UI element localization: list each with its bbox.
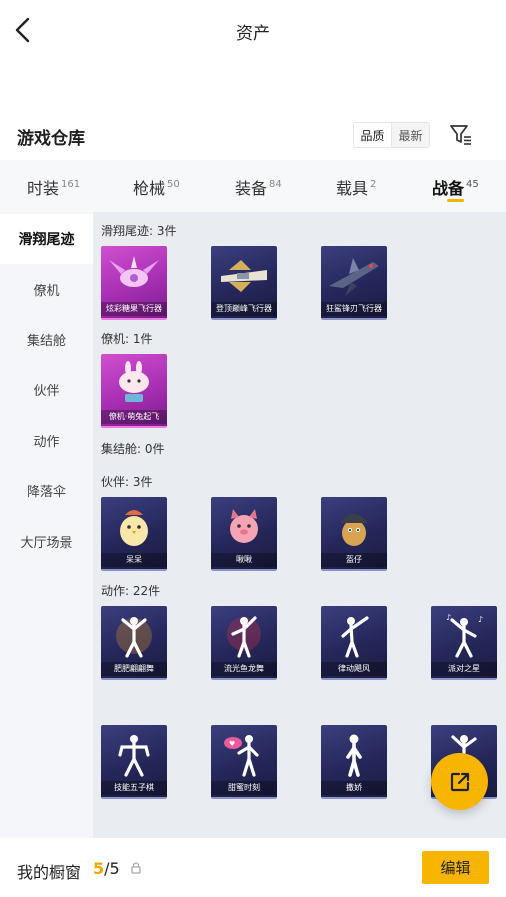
- sidebar-item-action[interactable]: 动作: [0, 415, 93, 465]
- svg-text:♪: ♪: [446, 613, 451, 622]
- sidebar-item-rally-pod[interactable]: 集结舱: [0, 314, 93, 364]
- tab-count: 45: [466, 179, 479, 190]
- sidebar-item-partner[interactable]: 伙伴: [0, 364, 93, 414]
- tab-label: 载具: [336, 179, 369, 198]
- item-card[interactable]: 技能五子棋: [101, 725, 167, 799]
- group-label-rally-pod: 集结舱: 0件: [101, 442, 165, 456]
- item-name: 撒娇: [321, 781, 387, 795]
- tab-count: 84: [269, 179, 282, 190]
- item-name: 狂鲨锋刃飞行器: [321, 302, 387, 316]
- item-card[interactable]: ♥ 甜蜜时刻: [211, 725, 277, 799]
- tab-equipment[interactable]: 装备 84: [235, 175, 282, 199]
- item-name: 啾啾: [211, 553, 277, 567]
- item-name: 律动飓风: [321, 662, 387, 676]
- category-sidebar: 滑翔尾迹 僚机 集结舱 伙伴 动作 降落伞 大厅场景: [0, 212, 93, 838]
- item-card[interactable]: 登顶巅峰飞行器: [211, 246, 277, 320]
- filter-button[interactable]: [448, 122, 474, 148]
- item-name: 炫彩糖果飞行器: [101, 302, 167, 316]
- filter-icon: [450, 125, 471, 145]
- dance-pose-icon: [346, 734, 362, 777]
- dance-pose-icon: [118, 735, 150, 777]
- dance-pose-icon: [116, 617, 152, 658]
- item-name: 肥肥翩翩舞: [101, 662, 167, 676]
- item-card[interactable]: 狂鲨锋刃飞行器: [321, 246, 387, 320]
- sort-latest-button[interactable]: 最新: [392, 123, 429, 147]
- item-name: 盔仔: [321, 553, 387, 567]
- shark-glider-art-icon: [329, 258, 379, 296]
- svg-text:♥: ♥: [229, 740, 235, 748]
- item-card[interactable]: 流光鱼龙舞: [211, 606, 277, 680]
- section-title: 游戏仓库: [17, 129, 85, 149]
- edit-button[interactable]: 编辑: [422, 851, 489, 884]
- item-card[interactable]: 律动飓风: [321, 606, 387, 680]
- sort-toggle: 品质 最新: [353, 122, 430, 148]
- showcase-bar: 我的橱窗 5/5 编辑: [0, 838, 506, 897]
- tab-label: 枪械: [133, 179, 166, 198]
- sidebar-item-glide-trail[interactable]: 滑翔尾迹: [0, 214, 93, 264]
- tab-label: 装备: [235, 179, 268, 198]
- active-tab-indicator: [447, 199, 464, 202]
- tab-label: 时装: [27, 179, 60, 198]
- item-card[interactable]: ♪ ♪ 派对之星: [431, 606, 497, 680]
- bunny-art-icon: [119, 361, 149, 402]
- top-bar: 资产: [0, 0, 506, 60]
- item-name: 登顶巅峰飞行器: [211, 302, 277, 316]
- sidebar-item-parachute[interactable]: 降落伞: [0, 465, 93, 515]
- group-label-action: 动作: 22件: [101, 584, 161, 598]
- item-grid: 滑翔尾迹: 3件 炫彩糖果飞行器 登顶巅峰飞行器 狂鲨锋刃飞行器 僚机: 1件: [93, 212, 506, 838]
- lock-icon: [131, 862, 141, 874]
- item-card[interactable]: 盔仔: [321, 497, 387, 571]
- sidebar-item-lobby-scene[interactable]: 大厅场景: [0, 516, 93, 566]
- item-name: 甜蜜时刻: [211, 781, 277, 795]
- sort-quality-button[interactable]: 品质: [354, 123, 392, 147]
- tab-count: 2: [370, 179, 377, 190]
- svg-text:♪: ♪: [478, 615, 483, 624]
- external-link-icon: [450, 772, 469, 791]
- item-card[interactable]: 呆呆: [101, 497, 167, 571]
- group-label-partner: 伙伴: 3件: [101, 475, 153, 489]
- item-card[interactable]: 僚机·萌兔起飞: [101, 354, 167, 428]
- page-title: 资产: [236, 24, 270, 44]
- item-card[interactable]: 撒娇: [321, 725, 387, 799]
- pig-art-icon: [230, 509, 258, 543]
- showcase-count-used: 5: [93, 859, 105, 878]
- item-card[interactable]: 啾啾: [211, 497, 277, 571]
- category-tabs: 时装 161 枪械 50 装备 84 载具 2 战备 45: [0, 160, 506, 212]
- showcase-label: 我的橱窗: [17, 863, 82, 882]
- tab-fashion[interactable]: 时装 161: [27, 175, 80, 199]
- dance-pose-icon: [341, 616, 369, 658]
- helmet-critter-art-icon: [340, 514, 368, 546]
- item-name: 派对之星: [431, 662, 497, 676]
- tab-weapons[interactable]: 枪械 50: [133, 175, 180, 199]
- item-name: 技能五子棋: [101, 781, 167, 795]
- item-card[interactable]: 肥肥翩翩舞: [101, 606, 167, 680]
- share-button[interactable]: [431, 753, 488, 810]
- chick-art-icon: [120, 510, 148, 546]
- dance-pose-icon: ♪ ♪: [446, 613, 483, 658]
- item-name: 僚机·萌兔起飞: [101, 410, 167, 424]
- showcase-count-total: /5: [104, 859, 120, 878]
- group-label-glide-trail: 滑翔尾迹: 3件: [101, 224, 177, 238]
- item-card[interactable]: 炫彩糖果飞行器: [101, 246, 167, 320]
- tab-count: 161: [61, 179, 81, 190]
- tab-label: 战备: [432, 179, 465, 198]
- tab-vehicles[interactable]: 载具 2: [336, 175, 376, 199]
- tab-combat-gear[interactable]: 战备 45: [432, 175, 479, 199]
- item-name: 流光鱼龙舞: [211, 662, 277, 676]
- group-label-wingman: 僚机: 1件: [101, 332, 153, 346]
- glider-art-icon: [221, 260, 267, 292]
- glider-art-icon: [109, 256, 159, 287]
- tab-count: 50: [167, 179, 180, 190]
- showcase-count: 5/5: [93, 859, 120, 878]
- item-name: 呆呆: [101, 553, 167, 567]
- dance-pose-icon: ♥: [224, 735, 259, 777]
- sidebar-item-wingman[interactable]: 僚机: [0, 264, 93, 314]
- dance-pose-icon: [227, 616, 261, 658]
